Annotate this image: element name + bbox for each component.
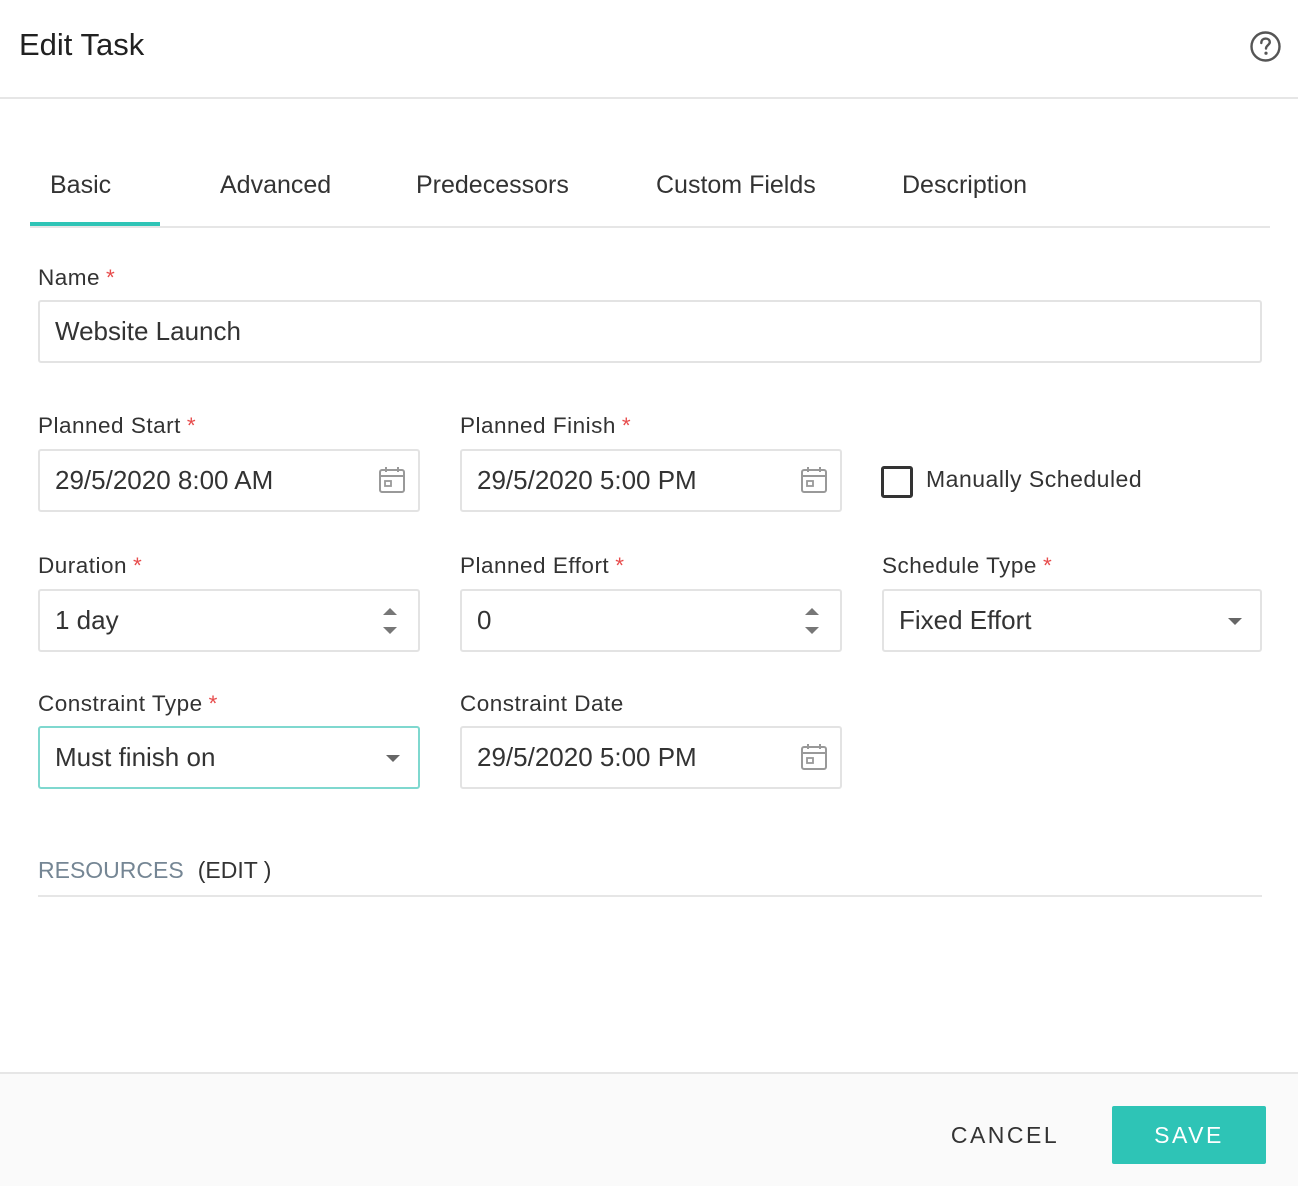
name-input[interactable]: Website Launch xyxy=(38,300,1262,363)
constraint-date-value: 29/5/2020 5:00 PM xyxy=(477,742,697,772)
cancel-button[interactable]: CANCEL xyxy=(930,1106,1080,1164)
planned-effort-input[interactable]: 0 xyxy=(460,589,842,652)
duration-value: 1 day xyxy=(55,605,119,635)
planned-finish-input[interactable]: 29/5/2020 5:00 PM xyxy=(460,449,842,512)
schedule-type-select[interactable]: Fixed Effort xyxy=(882,589,1262,652)
dialog-footer: CANCEL SAVE xyxy=(0,1072,1298,1186)
caret-down-icon xyxy=(1228,618,1242,625)
caret-down-icon xyxy=(386,755,400,762)
required-marker: * xyxy=(106,265,116,290)
name-label: Name * xyxy=(38,265,116,290)
planned-start-label: Planned Start * xyxy=(38,413,197,438)
constraint-type-label: Constraint Type * xyxy=(38,691,218,716)
name-value: Website Launch xyxy=(55,316,241,346)
resources-section: RESOURCES (EDIT ) xyxy=(38,857,1262,897)
manually-scheduled-label: Manually Scheduled xyxy=(926,466,1143,492)
required-marker: * xyxy=(186,413,197,438)
planned-start-input[interactable]: 29/5/2020 8:00 AM xyxy=(38,449,420,512)
calendar-icon[interactable] xyxy=(376,464,408,496)
duration-input[interactable]: 1 day xyxy=(38,589,420,652)
schedule-type-label: Schedule Type * xyxy=(882,553,1053,578)
constraint-type-value: Must finish on xyxy=(55,742,216,772)
calendar-icon[interactable] xyxy=(798,464,830,496)
save-button[interactable]: SAVE xyxy=(1112,1106,1266,1164)
required-marker: * xyxy=(621,413,632,438)
resources-edit-link[interactable]: (EDIT ) xyxy=(198,857,272,883)
calendar-icon[interactable] xyxy=(798,741,830,773)
dialog-title: Edit Task xyxy=(19,27,145,62)
dialog-header: Edit Task xyxy=(0,0,1298,99)
tab-description[interactable]: Description xyxy=(902,150,1027,226)
constraint-date-input[interactable]: 29/5/2020 5:00 PM xyxy=(460,726,842,789)
planned-finish-label: Planned Finish * xyxy=(460,413,632,438)
required-marker: * xyxy=(1042,553,1053,578)
tab-advanced[interactable]: Advanced xyxy=(220,150,331,226)
tab-custom-fields[interactable]: Custom Fields xyxy=(656,150,816,226)
duration-label: Duration * xyxy=(38,553,143,578)
spinner-icon[interactable] xyxy=(380,604,400,638)
required-marker: * xyxy=(208,691,218,716)
constraint-date-label: Constraint Date xyxy=(460,691,624,716)
tab-predecessors[interactable]: Predecessors xyxy=(416,150,569,226)
resources-title: RESOURCES xyxy=(38,857,184,883)
tab-bar: Basic Advanced Predecessors Custom Field… xyxy=(30,150,1270,228)
required-marker: * xyxy=(615,553,625,578)
manually-scheduled-checkbox[interactable] xyxy=(881,466,913,498)
help-circle-icon[interactable] xyxy=(1249,30,1282,63)
schedule-type-value: Fixed Effort xyxy=(899,605,1032,635)
tab-basic[interactable]: Basic xyxy=(30,150,160,226)
spinner-icon[interactable] xyxy=(802,604,822,638)
planned-effort-label: Planned Effort * xyxy=(460,553,625,578)
planned-finish-value: 29/5/2020 5:00 PM xyxy=(477,465,697,495)
planned-start-value: 29/5/2020 8:00 AM xyxy=(55,465,274,495)
required-marker: * xyxy=(133,553,143,578)
constraint-type-select[interactable]: Must finish on xyxy=(38,726,420,789)
planned-effort-value: 0 xyxy=(477,605,492,635)
